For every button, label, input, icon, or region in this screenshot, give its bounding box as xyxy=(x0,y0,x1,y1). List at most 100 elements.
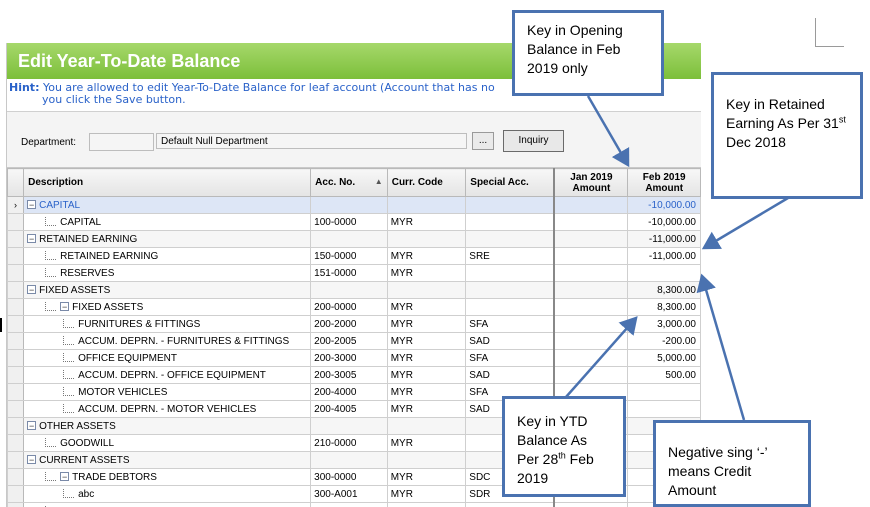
row-selector[interactable]: › xyxy=(7,196,25,214)
cell-jan-amount[interactable] xyxy=(553,230,629,248)
collapse-toggle-icon[interactable]: − xyxy=(27,234,37,244)
cell-description: − CAPITAL xyxy=(23,196,312,214)
table-row[interactable]: FURNITURES & FITTINGS 200-2000 MYR SFA 3,000… xyxy=(7,315,701,333)
cell-jan-amount[interactable] xyxy=(553,213,629,231)
description-text: ACCUM. DEPRN. - FURNITURES & FITTINGS xyxy=(78,335,290,347)
row-selector[interactable] xyxy=(7,468,25,486)
cell-jan-amount[interactable] xyxy=(553,264,629,282)
row-selector[interactable] xyxy=(7,213,25,231)
cell-curr-code xyxy=(386,451,467,469)
cell-feb-amount[interactable]: -11,000.00 xyxy=(627,247,701,265)
table-row[interactable]: ACCUM. DEPRN. - FURNITURES & FITTINGS 200… xyxy=(7,332,701,350)
cell-jan-amount[interactable] xyxy=(553,366,629,384)
inquiry-button[interactable]: Inquiry xyxy=(503,130,564,152)
table-row[interactable]: ACCUM. DEPRN. - OFFICE EQUIPMENT 200-3005… xyxy=(7,366,701,384)
callout-retained-earning: Key in Retained Earning As Per 31st Dec … xyxy=(711,72,863,199)
row-selector[interactable] xyxy=(7,298,25,316)
row-selector[interactable] xyxy=(7,366,25,384)
collapse-toggle-icon[interactable]: − xyxy=(60,302,70,312)
table-row[interactable]: RETAINED EARNING 150-0000 MYR SRE -11,000.00 xyxy=(7,247,701,265)
cell-curr-code: MYR xyxy=(386,298,467,316)
row-selector[interactable] xyxy=(7,451,25,469)
cell-feb-amount[interactable] xyxy=(627,383,701,401)
cell-special-acc: SFA xyxy=(465,349,555,367)
cell-description: RETAINED EARNING xyxy=(23,247,312,265)
row-selector[interactable] xyxy=(7,417,25,435)
cell-feb-amount[interactable]: 8,300.00 xyxy=(627,281,701,299)
row-selector[interactable] xyxy=(7,434,25,452)
cell-feb-amount[interactable]: -10,000.00 xyxy=(627,213,701,231)
table-row[interactable]: OFFICE EQUIPMENT 200-3000 MYR SFA 5,000.00 xyxy=(7,349,701,367)
cell-acc-no: 200-3000 xyxy=(310,349,388,367)
row-selector[interactable] xyxy=(7,230,25,248)
cell-feb-amount[interactable]: -200.00 xyxy=(627,332,701,350)
cell-jan-amount[interactable] xyxy=(553,298,629,316)
col-description[interactable]: Description xyxy=(23,168,312,197)
cell-special-acc xyxy=(465,213,555,231)
description-text: ACCUM. DEPRN. - OFFICE EQUIPMENT xyxy=(78,369,266,381)
table-row[interactable]: › − CAPITAL -10,000.00 xyxy=(7,196,701,214)
cell-jan-amount[interactable] xyxy=(553,332,629,350)
department-code-field[interactable] xyxy=(89,133,154,151)
row-selector[interactable] xyxy=(7,281,25,299)
col-acc-no[interactable]: Acc. No. ▲ xyxy=(310,168,388,197)
cell-curr-code xyxy=(386,196,467,214)
cell-jan-amount[interactable] xyxy=(553,196,629,214)
cell-jan-amount[interactable] xyxy=(553,315,629,333)
cell-jan-amount[interactable] xyxy=(553,247,629,265)
cell-curr-code: MYR xyxy=(386,468,467,486)
table-row[interactable]: RESERVES 151-0000 MYR xyxy=(7,264,701,282)
row-selector[interactable] xyxy=(7,332,25,350)
cell-feb-amount[interactable] xyxy=(627,264,701,282)
row-selector[interactable] xyxy=(7,400,25,418)
row-selector[interactable] xyxy=(7,264,25,282)
col-feb-2019[interactable]: Feb 2019 Amount xyxy=(627,168,701,197)
cell-acc-no: 100-0000 xyxy=(310,213,388,231)
page-corner-mark xyxy=(815,18,844,47)
department-name-field[interactable]: Default Null Department xyxy=(156,133,467,149)
edge-mark xyxy=(0,318,2,332)
table-row[interactable]: OTHER DEBTORS305-0000MYR xyxy=(7,502,701,507)
cell-feb-amount[interactable]: 8,300.00 xyxy=(627,298,701,316)
description-text: FIXED ASSETS xyxy=(72,301,144,313)
col-curr-code[interactable]: Curr. Code xyxy=(386,168,467,197)
description-text: CAPITAL xyxy=(39,199,81,211)
table-row[interactable]: − FIXED ASSETS 200-0000 MYR 8,300.00 xyxy=(7,298,701,316)
cell-feb-amount[interactable]: 5,000.00 xyxy=(627,349,701,367)
department-browse-button[interactable]: ... xyxy=(472,132,494,150)
cell-feb-amount[interactable]: 3,000.00 xyxy=(627,315,701,333)
col-jan-2019[interactable]: Jan 2019 Amount xyxy=(553,168,629,197)
tree-line xyxy=(63,403,75,413)
cell-feb-amount[interactable]: 500.00 xyxy=(627,366,701,384)
row-selector[interactable] xyxy=(7,485,25,503)
collapse-toggle-icon[interactable]: − xyxy=(60,472,70,482)
cell-jan-amount[interactable] xyxy=(553,281,629,299)
cell-feb-amount[interactable] xyxy=(627,400,701,418)
collapse-toggle-icon[interactable]: − xyxy=(27,200,37,210)
cell-description: MOTOR VEHICLES xyxy=(23,383,312,401)
tree-line xyxy=(63,386,75,396)
cell-curr-code: MYR xyxy=(386,332,467,350)
row-selector[interactable] xyxy=(7,315,25,333)
col-special-acc[interactable]: Special Acc. xyxy=(465,168,555,197)
collapse-toggle-icon[interactable]: − xyxy=(27,421,37,431)
cell-acc-no xyxy=(310,281,388,299)
table-row[interactable]: − RETAINED EARNING -11,000.00 xyxy=(7,230,701,248)
cell-acc-no: 210-0000 xyxy=(310,434,388,452)
table-row[interactable]: CAPITAL 100-0000 MYR -10,000.00 xyxy=(7,213,701,231)
row-selector[interactable] xyxy=(7,502,25,507)
collapse-toggle-icon[interactable]: − xyxy=(27,455,37,465)
cell-acc-no: 151-0000 xyxy=(310,264,388,282)
description-text: RETAINED EARNING xyxy=(39,233,138,245)
cell-jan-amount[interactable] xyxy=(553,349,629,367)
row-selector[interactable] xyxy=(7,349,25,367)
row-selector[interactable] xyxy=(7,383,25,401)
cell-acc-no xyxy=(310,451,388,469)
callout-negative-sign: Negative sing ‘-’ means Credit Amount xyxy=(653,420,811,507)
cell-feb-amount[interactable]: -11,000.00 xyxy=(627,230,701,248)
cell-jan-amount[interactable] xyxy=(553,502,629,507)
collapse-toggle-icon[interactable]: − xyxy=(27,285,37,295)
row-selector[interactable] xyxy=(7,247,25,265)
cell-feb-amount[interactable]: -10,000.00 xyxy=(627,196,701,214)
table-row[interactable]: − FIXED ASSETS 8,300.00 xyxy=(7,281,701,299)
